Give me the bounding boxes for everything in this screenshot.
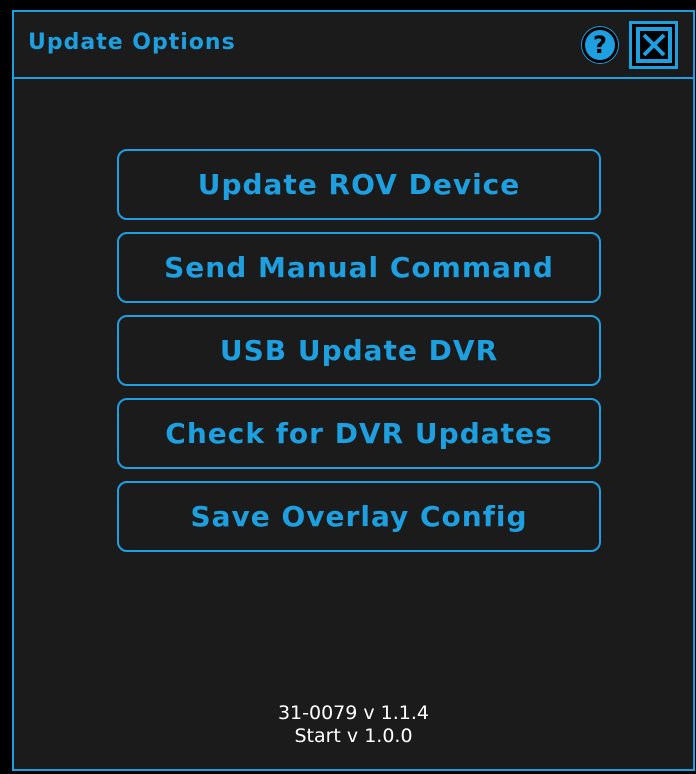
dialog-title: Update Options bbox=[28, 30, 236, 55]
start-version: Start v 1.0.0 bbox=[294, 725, 413, 747]
send-manual-command-button[interactable]: Send Manual Command bbox=[117, 232, 601, 303]
help-button[interactable]: ? bbox=[582, 27, 618, 63]
check-for-dvr-updates-button[interactable]: Check for DVR Updates bbox=[117, 398, 601, 469]
update-rov-device-button[interactable]: Update ROV Device bbox=[117, 149, 601, 220]
help-icon: ? bbox=[593, 31, 607, 59]
close-button[interactable] bbox=[629, 21, 678, 69]
usb-update-dvr-button[interactable]: USB Update DVR bbox=[117, 315, 601, 386]
title-bar: Update Options ? bbox=[14, 12, 693, 79]
close-icon bbox=[635, 27, 672, 63]
save-overlay-config-button[interactable]: Save Overlay Config bbox=[117, 481, 601, 552]
version-info: 31-0079 v 1.1.4 Start v 1.0.0 bbox=[14, 702, 693, 748]
firmware-version: 31-0079 v 1.1.4 bbox=[277, 702, 430, 724]
update-options-menu: Update ROV Device Send Manual Command US… bbox=[117, 149, 601, 564]
update-options-dialog: Update Options ? Update ROV Device Send … bbox=[12, 10, 695, 771]
